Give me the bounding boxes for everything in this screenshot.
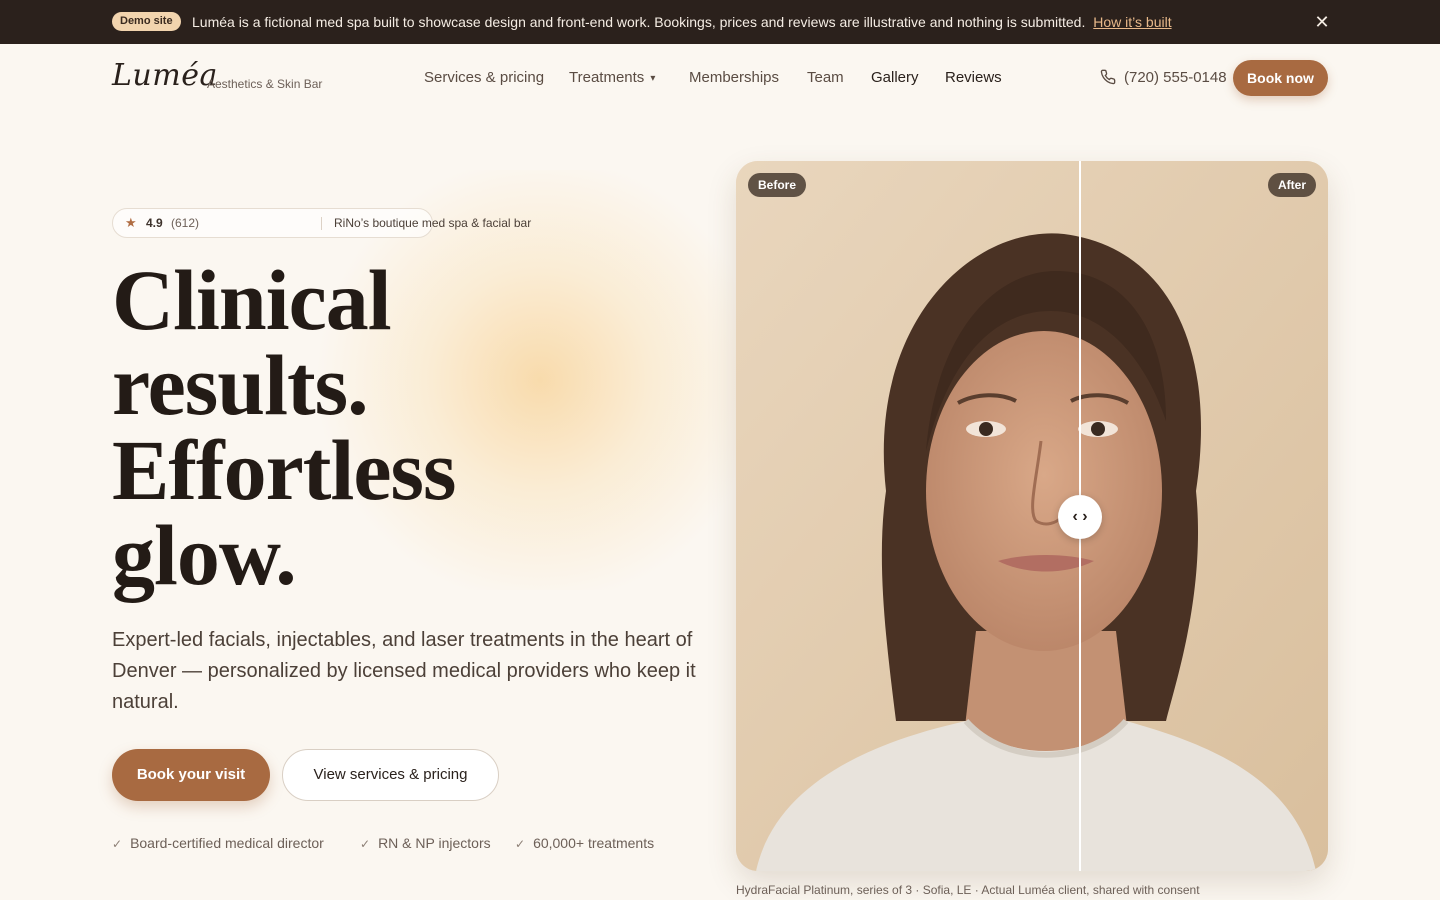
headline-line: glow.	[112, 507, 297, 603]
rating-description: RiNo’s boutique med spa & facial bar	[334, 216, 532, 230]
phone-number: (720) 555-0148	[1124, 69, 1227, 86]
trust-item: ✓ 60,000+ treatments	[515, 834, 654, 853]
divider	[321, 217, 322, 230]
phone-link[interactable]: (720) 555-0148	[1100, 69, 1227, 87]
trust-item: ✓ RN & NP injectors	[360, 834, 491, 853]
trust-label: Board-certified medical director	[130, 835, 324, 851]
phone-icon	[1100, 69, 1116, 85]
rating-pill: ★ 4.9 (612) RiNo’s boutique med spa & fa…	[112, 208, 531, 238]
check-icon: ✓	[112, 837, 123, 851]
photo-caption: HydraFacial Platinum, series of 3 · Sofi…	[736, 883, 1200, 897]
rating-count: (612)	[171, 216, 200, 230]
headline-line: Clinical	[112, 252, 392, 348]
nav-reviews[interactable]: Reviews	[945, 69, 1002, 87]
view-services-button[interactable]: View services & pricing	[282, 749, 499, 801]
hero-headline: Clinical results. Effortless glow.	[112, 252, 632, 603]
hero-lead: Expert-led facials, injectables, and las…	[112, 629, 696, 713]
after-label: After	[1267, 173, 1316, 197]
nav-services-pricing[interactable]: Services & pricing	[424, 69, 544, 87]
close-icon[interactable]: ✕	[1312, 12, 1332, 32]
chevron-down-icon: ▾	[650, 73, 656, 84]
nav-team[interactable]: Team	[807, 69, 844, 87]
book-your-visit-button[interactable]: Book your visit	[112, 749, 270, 801]
rating-score: 4.9	[146, 216, 163, 230]
check-icon: ✓	[515, 837, 526, 851]
headline-line: Effortless	[112, 422, 456, 518]
brand-logo[interactable]: Luméa	[112, 58, 218, 93]
trust-label: RN & NP injectors	[378, 835, 491, 851]
nav-treatments-label: Treatments	[569, 69, 645, 86]
book-now-button[interactable]: Book now	[1233, 60, 1328, 96]
nav-treatments[interactable]: Treatments ▾	[569, 69, 655, 89]
star-icon: ★	[125, 215, 137, 230]
before-after-slider[interactable]: ‹ › Before After	[736, 161, 1328, 871]
trust-label: 60,000+ treatments	[533, 835, 655, 851]
slider-handle[interactable]: ‹ ›	[1058, 495, 1102, 539]
banner-text: Luméa is a fictional med spa built to sh…	[192, 14, 1086, 30]
nav-memberships[interactable]: Memberships	[689, 69, 779, 87]
client-portrait	[736, 161, 1328, 871]
banner-message: Luméa is a fictional med spa built to sh…	[192, 13, 1172, 31]
before-label: Before	[748, 173, 807, 197]
how-its-built-link[interactable]: How it’s built	[1093, 14, 1171, 30]
demo-banner: Demo site Luméa is a fictional med spa b…	[0, 0, 1440, 44]
headline-line: results.	[112, 337, 369, 433]
trust-item: ✓ Board-certified medical director	[112, 834, 324, 853]
demo-badge: Demo site	[112, 12, 181, 31]
brand-tagline: Aesthetics & Skin Bar	[207, 77, 323, 91]
nav-gallery[interactable]: Gallery	[871, 69, 919, 87]
check-icon: ✓	[360, 837, 371, 851]
